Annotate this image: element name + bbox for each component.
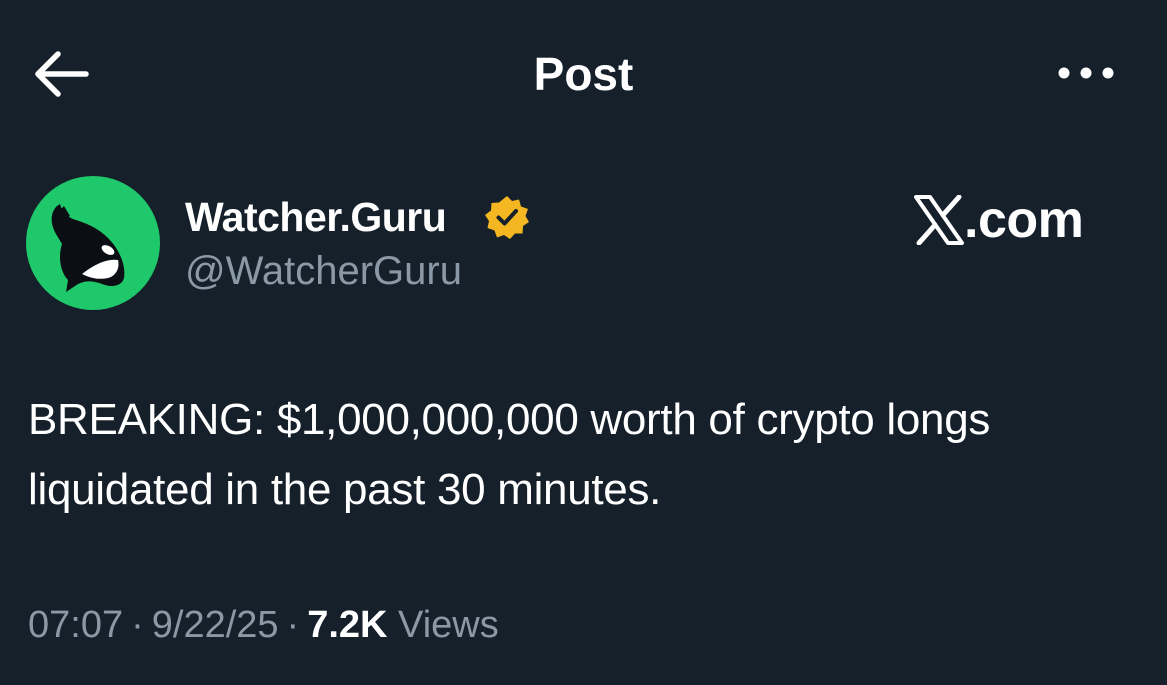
whale-icon: [51, 204, 125, 292]
post-time: 07:07: [28, 604, 124, 646]
x-logo-icon: [914, 195, 964, 245]
arrow-left-icon: [35, 51, 89, 97]
x-com-watermark: .com: [914, 191, 1084, 249]
post-date: 9/22/25: [151, 604, 279, 646]
display-name[interactable]: Watcher.Guru: [185, 192, 447, 242]
separator: ·: [286, 604, 300, 646]
separator: ·: [131, 604, 144, 646]
views-label: Views: [398, 604, 499, 646]
post-text: BREAKING: $1,000,000,000 worth of crypto…: [28, 395, 991, 514]
avatar[interactable]: [26, 176, 160, 310]
user-handle[interactable]: @WatcherGuru: [185, 246, 462, 296]
post-meta: 07:07 · 9/22/25 · 7.2K Views: [28, 600, 499, 650]
top-bar: Post: [0, 0, 1167, 150]
watermark-text: .com: [964, 191, 1084, 249]
back-button[interactable]: [30, 48, 92, 100]
more-horizontal-icon: [1058, 67, 1114, 79]
verified-badge-icon: [484, 194, 530, 240]
author-row: Watcher.Guru @WatcherGuru .com: [0, 170, 1167, 320]
views-count[interactable]: 7.2K: [307, 604, 387, 646]
page-title: Post: [533, 48, 634, 100]
more-options-button[interactable]: [1052, 55, 1120, 91]
